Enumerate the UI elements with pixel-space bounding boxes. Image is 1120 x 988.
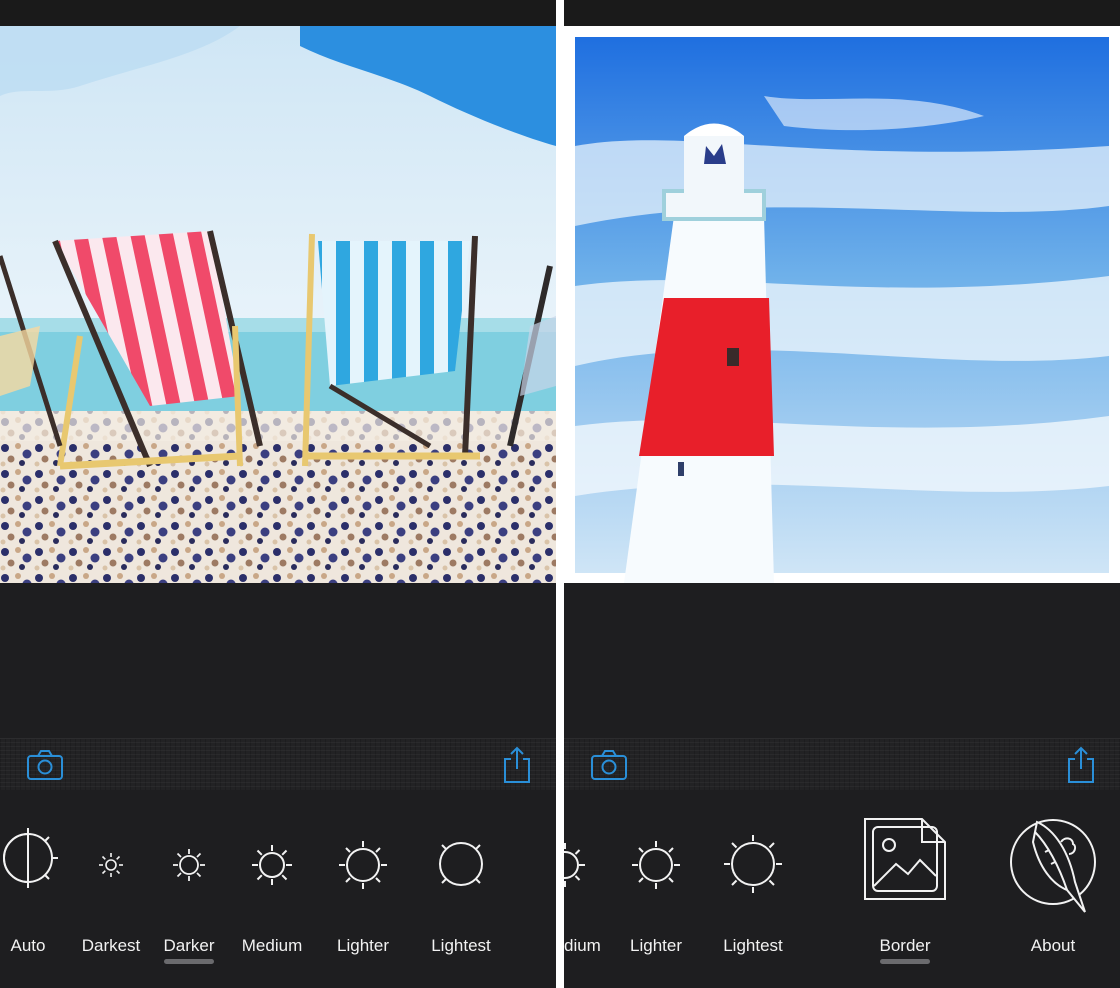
option-label: Lightest bbox=[723, 936, 783, 955]
sun-darker-icon bbox=[173, 849, 205, 881]
option-label: Lightest bbox=[431, 936, 491, 955]
option-border[interactable]: Border bbox=[860, 790, 950, 988]
camera-button[interactable] bbox=[589, 745, 629, 785]
left-screen: Auto Darkest Darker Medium Lighter Light… bbox=[0, 0, 556, 988]
sun-lighter-icon bbox=[632, 841, 680, 889]
option-label: dium bbox=[564, 936, 601, 955]
share-icon bbox=[504, 746, 530, 783]
canvas-background bbox=[564, 583, 1120, 738]
option-darkest[interactable]: Darkest bbox=[82, 790, 140, 988]
sun-lightest-icon bbox=[724, 835, 782, 893]
option-label: Auto bbox=[10, 936, 46, 955]
sun-lighter-icon bbox=[339, 841, 387, 889]
border-image-icon bbox=[864, 818, 946, 900]
share-button[interactable] bbox=[1061, 745, 1101, 785]
option-lighter[interactable]: Lighter bbox=[333, 790, 393, 988]
sun-lightest-icon bbox=[439, 842, 483, 886]
option-medium[interactable]: dium bbox=[564, 790, 601, 988]
photo-preview-deckchairs bbox=[0, 26, 556, 583]
canvas-background bbox=[0, 583, 556, 738]
option-medium[interactable]: Medium bbox=[240, 790, 304, 988]
photo-preview-lighthouse bbox=[564, 26, 1120, 583]
option-strip: Auto Darkest Darker Medium Lighter Light… bbox=[0, 790, 556, 988]
camera-icon bbox=[591, 750, 627, 780]
share-button[interactable] bbox=[497, 745, 537, 785]
sun-medium-icon bbox=[252, 845, 292, 885]
option-strip: dium Lighter Lightest Border About bbox=[564, 790, 1120, 988]
sun-darkest-icon bbox=[99, 853, 123, 877]
option-lightest[interactable]: Lightest bbox=[722, 790, 784, 988]
option-label: Lighter bbox=[630, 936, 682, 955]
share-icon bbox=[1068, 746, 1094, 783]
option-label: Medium bbox=[241, 936, 303, 955]
selection-indicator bbox=[164, 959, 214, 964]
option-auto[interactable]: Auto bbox=[0, 790, 58, 988]
option-about[interactable]: About bbox=[1004, 790, 1102, 988]
option-label: Border bbox=[879, 936, 931, 955]
toolbar bbox=[564, 738, 1120, 792]
toolbar bbox=[0, 738, 556, 792]
auto-contrast-icon bbox=[3, 828, 58, 888]
option-label: Lighter bbox=[337, 936, 389, 955]
selection-indicator bbox=[880, 959, 930, 964]
status-bar bbox=[0, 0, 556, 26]
option-lighter[interactable]: Lighter bbox=[626, 790, 686, 988]
camera-button[interactable] bbox=[25, 745, 65, 785]
status-bar bbox=[564, 0, 1120, 26]
option-label: Darker bbox=[163, 936, 215, 955]
camera-icon bbox=[27, 750, 63, 780]
option-label: About bbox=[1030, 936, 1076, 955]
sun-medium-icon bbox=[564, 843, 585, 887]
option-darker[interactable]: Darker bbox=[160, 790, 218, 988]
rocket-icon bbox=[1010, 819, 1096, 913]
option-lightest[interactable]: Lightest bbox=[430, 790, 492, 988]
option-label: Darkest bbox=[81, 936, 141, 955]
right-screen: dium Lighter Lightest Border About bbox=[564, 0, 1120, 988]
